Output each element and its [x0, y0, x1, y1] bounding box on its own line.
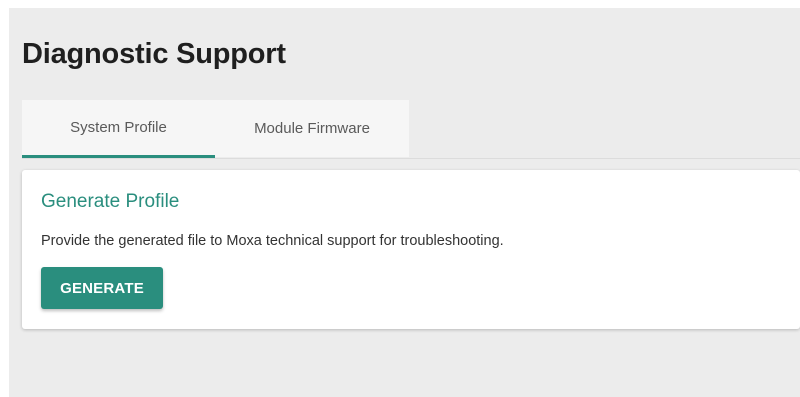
tab-system-profile[interactable]: System Profile	[22, 100, 215, 158]
tab-module-firmware[interactable]: Module Firmware	[215, 100, 409, 157]
tab-bar: System Profile Module Firmware	[22, 100, 800, 159]
content-area: Diagnostic Support System Profile Module…	[9, 8, 800, 397]
card-description: Provide the generated file to Moxa techn…	[41, 233, 504, 249]
generate-button[interactable]: GENERATE	[41, 267, 163, 309]
generate-profile-card: Generate Profile Provide the generated f…	[22, 170, 800, 329]
page-title: Diagnostic Support	[22, 38, 286, 70]
card-title: Generate Profile	[41, 191, 180, 212]
